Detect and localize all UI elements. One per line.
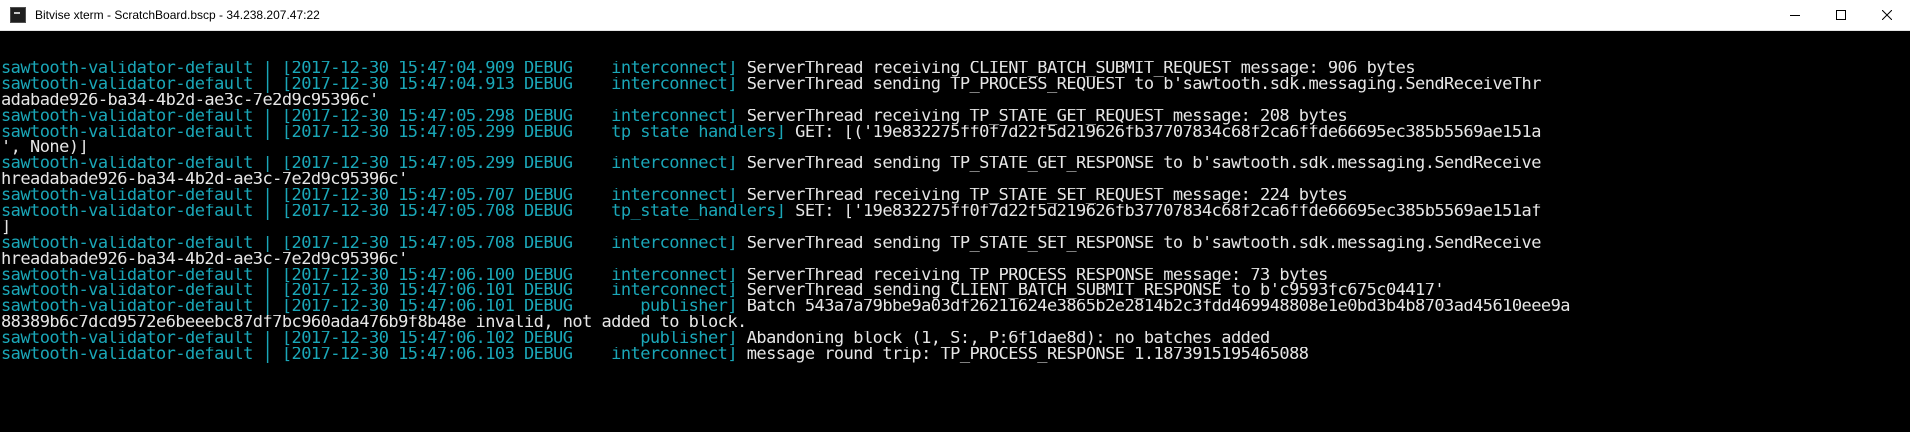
title-bar[interactable]: Bitvise xterm - ScratchBoard.bscp - 34.2… [0, 0, 1910, 31]
log-message: ServerThread sending TP_PROCESS_REQUEST … [746, 76, 1542, 93]
terminal-line: ', None)] [1, 140, 1891, 156]
terminal-line: sawtooth-validator-default | [2017-12-30… [1, 236, 1891, 252]
minimize-button[interactable] [1772, 0, 1818, 30]
log-message: ] [1, 219, 11, 236]
terminal-scrollbar[interactable] [1893, 31, 1910, 432]
terminal-line: sawtooth-validator-default | [2017-12-30… [1, 204, 1891, 220]
log-message: ServerThread sending TP_STATE_SET_RESPON… [746, 235, 1542, 252]
log-prefix: sawtooth-validator-default | [2017-12-30… [1, 204, 796, 220]
log-prefix: sawtooth-validator-default | [2017-12-30… [1, 235, 747, 252]
terminal-line: sawtooth-validator-default | [2017-12-30… [1, 125, 1891, 141]
log-prefix: sawtooth-validator-default | [2017-12-30… [1, 347, 747, 363]
close-button[interactable] [1864, 0, 1910, 30]
maximize-icon [1836, 10, 1846, 20]
terminal-output-area[interactable]: sawtooth-validator-default | [2017-12-30… [0, 31, 1910, 432]
log-message: message round trip: TP_PROCESS_RESPONSE … [746, 347, 1309, 363]
terminal-line: sawtooth-validator-default | [2017-12-30… [1, 299, 1891, 315]
terminal-line: sawtooth-validator-default | [2017-12-30… [1, 331, 1891, 347]
minimize-icon [1790, 15, 1800, 16]
log-prefix: sawtooth-validator-default | [2017-12-30… [1, 108, 747, 125]
close-icon [1882, 10, 1892, 20]
log-message: Abandoning block (1, S:, P:6f1dae8d): no… [746, 331, 1271, 348]
terminal-line: adabade926-ba34-4b2d-ae3c-7e2d9c95396c' [1, 93, 1891, 109]
terminal-line: sawtooth-validator-default | [2017-12-30… [1, 268, 1891, 284]
log-message: ServerThread receiving TP_STATE_GET_REQU… [746, 108, 1348, 125]
log-prefix: sawtooth-validator-default | [2017-12-30… [1, 124, 796, 141]
log-message: ServerThread sending CLIENT_BATCH_SUBMIT… [746, 283, 1445, 300]
terminal-line: ] [1, 220, 1891, 236]
log-message: ServerThread receiving CLIENT_BATCH_SUBM… [746, 61, 1416, 77]
log-prefix: sawtooth-validator-default | [2017-12-30… [1, 331, 747, 348]
log-message: adabade926-ba34-4b2d-ae3c-7e2d9c95396c' [1, 92, 379, 109]
log-prefix: sawtooth-validator-default | [2017-12-30… [1, 283, 747, 300]
log-prefix: sawtooth-validator-default | [2017-12-30… [1, 156, 747, 173]
log-message: ', None)] [1, 140, 89, 157]
log-prefix: sawtooth-validator-default | [2017-12-30… [1, 267, 747, 284]
log-prefix: sawtooth-validator-default | [2017-12-30… [1, 61, 747, 77]
log-prefix: sawtooth-validator-default | [2017-12-30… [1, 188, 747, 205]
log-prefix: sawtooth-validator-default | [2017-12-30… [1, 299, 747, 316]
terminal-line: sawtooth-validator-default | [2017-12-30… [1, 347, 1891, 363]
terminal-line: 88389b6c7dcd9572e6beeebc87df7bc960ada476… [1, 315, 1891, 331]
terminal-line: sawtooth-validator-default | [2017-12-30… [1, 109, 1891, 125]
terminal-line: hreadabade926-ba34-4b2d-ae3c-7e2d9c95396… [1, 172, 1891, 188]
terminal-line: hreadabade926-ba34-4b2d-ae3c-7e2d9c95396… [1, 252, 1891, 268]
log-message: hreadabade926-ba34-4b2d-ae3c-7e2d9c95396… [1, 172, 408, 189]
log-message: Batch 543a7a79bbe9a03df26211624e3865b2e2… [746, 299, 1571, 316]
window-title: Bitvise xterm - ScratchBoard.bscp - 34.2… [35, 8, 320, 22]
maximize-button[interactable] [1818, 0, 1864, 30]
terminal-line: sawtooth-validator-default | [2017-12-30… [1, 283, 1891, 299]
window-controls [1772, 0, 1910, 30]
log-message: GET: [('19e832275ff0f7d22f5d219626fb3770… [795, 124, 1541, 141]
log-message: ServerThread receiving TP_PROCESS_RESPON… [746, 267, 1329, 284]
terminal-line: sawtooth-validator-default | [2017-12-30… [1, 77, 1891, 93]
xterm-window: Bitvise xterm - ScratchBoard.bscp - 34.2… [0, 0, 1910, 432]
log-message: SET: ['19e832275ff0f7d22f5d219626fb37707… [795, 204, 1541, 220]
log-message: hreadabade926-ba34-4b2d-ae3c-7e2d9c95396… [1, 251, 408, 268]
terminal-app-icon [10, 7, 26, 23]
log-message: ServerThread receiving TP_STATE_SET_REQU… [746, 188, 1348, 205]
terminal-lines: sawtooth-validator-default | [2017-12-30… [1, 61, 1891, 363]
log-message: 88389b6c7dcd9572e6beeebc87df7bc960ada476… [1, 315, 747, 332]
terminal-line: sawtooth-validator-default | [2017-12-30… [1, 188, 1891, 204]
log-prefix: sawtooth-validator-default | [2017-12-30… [1, 76, 747, 93]
log-message: ServerThread sending TP_STATE_GET_RESPON… [746, 156, 1542, 173]
terminal-line: sawtooth-validator-default | [2017-12-30… [1, 61, 1891, 77]
terminal-line: sawtooth-validator-default | [2017-12-30… [1, 156, 1891, 172]
